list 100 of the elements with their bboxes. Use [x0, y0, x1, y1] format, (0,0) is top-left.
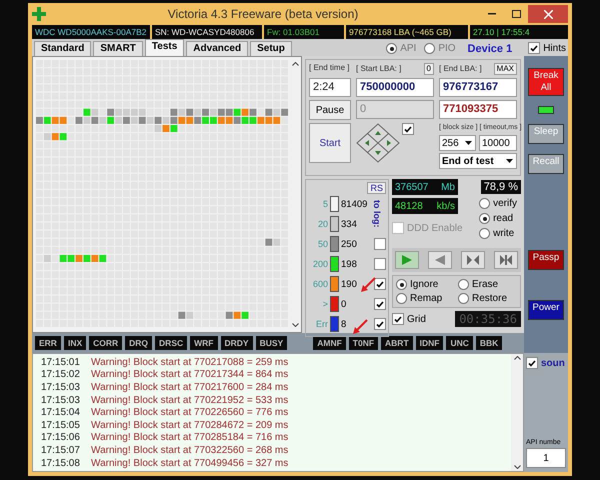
- checkbox[interactable]: [526, 357, 538, 369]
- start-lba-field[interactable]: 750000000: [356, 78, 434, 97]
- percent-display: 78,9 %: [480, 180, 521, 194]
- start-button[interactable]: Start: [309, 123, 351, 163]
- radio-label: Restore: [472, 293, 508, 304]
- rs-button[interactable]: RS: [367, 182, 386, 194]
- block-count: 250: [341, 238, 357, 250]
- status-flag: INX: [64, 336, 86, 350]
- tab[interactable]: Setup: [250, 41, 292, 56]
- window-title: Victoria 4.3 Freeware (beta version): [166, 7, 360, 21]
- checkbox[interactable]: [374, 258, 386, 270]
- checkbox[interactable]: [392, 222, 404, 234]
- pause-button[interactable]: Pause: [309, 100, 351, 120]
- threshold-label: 20: [316, 219, 328, 229]
- threshold-label: 5: [322, 199, 328, 209]
- close-icon: [544, 10, 552, 18]
- radio-button[interactable]: [424, 43, 436, 54]
- radio-button[interactable]: [479, 228, 490, 239]
- log-time: 17:15:04: [41, 407, 81, 418]
- checkbox[interactable]: [392, 313, 404, 325]
- radio-label: API: [400, 43, 416, 54]
- log-message: Warning! Block start at 770226560 = 776 ms: [91, 407, 288, 418]
- status-flag: BBK: [476, 336, 502, 350]
- scroll-up-icon[interactable]: [514, 356, 520, 360]
- scrollbar[interactable]: [511, 354, 523, 471]
- status-flag: UNC: [446, 336, 473, 350]
- scroll-down-icon[interactable]: [514, 465, 520, 469]
- end-lba-field[interactable]: 976773167: [439, 78, 517, 97]
- log-time: 17:15:05: [41, 420, 81, 431]
- log-time: 17:15:06: [41, 432, 81, 444]
- field-label: [ End LBA: ]: [439, 64, 482, 74]
- radio-label: Erase: [472, 279, 498, 290]
- side-button[interactable]: Power: [528, 300, 564, 320]
- checkbox[interactable]: [528, 42, 540, 54]
- radio-button[interactable]: [386, 43, 398, 54]
- checkbox[interactable]: [374, 238, 386, 250]
- checkbox-label: Hints: [543, 42, 566, 54]
- status-led: [538, 106, 554, 114]
- direction-pad-icon[interactable]: [356, 123, 400, 163]
- tab[interactable]: SMART: [93, 41, 143, 56]
- max-button[interactable]: MAX: [494, 63, 517, 75]
- zero-button[interactable]: 0: [424, 63, 434, 75]
- status-flag: ERR: [35, 336, 61, 350]
- tab[interactable]: Advanced: [186, 41, 248, 56]
- log-message: Warning! Block start at 770284672 = 209 ms: [91, 420, 288, 431]
- checkbox[interactable]: [402, 123, 414, 135]
- api-number-spinner[interactable]: 1: [526, 448, 566, 468]
- status-flag: IDNF: [416, 336, 444, 350]
- scrollbar[interactable]: [289, 60, 301, 329]
- status-flag: CORR: [89, 336, 122, 350]
- close-button[interactable]: [528, 5, 568, 23]
- radio-button[interactable]: [479, 213, 490, 224]
- threshold-label: 200: [312, 259, 328, 269]
- radio-label: read: [493, 213, 514, 224]
- drive-info-text: SN: WD-WCASYD480806: [152, 25, 262, 39]
- status-flag: WRF: [190, 336, 218, 350]
- caret-icon: [506, 159, 513, 163]
- skip-end-icon: [499, 255, 513, 265]
- radio-button[interactable]: [479, 198, 490, 209]
- checkbox[interactable]: [374, 318, 386, 330]
- side-button[interactable]: Passp: [528, 250, 564, 270]
- radio-button[interactable]: [458, 293, 469, 304]
- radio-label: PIO: [438, 43, 456, 54]
- status-flag: BUSY: [256, 336, 288, 350]
- checkbox[interactable]: [374, 278, 386, 290]
- input-field: 0: [356, 100, 434, 119]
- scroll-up-icon[interactable]: [292, 62, 299, 66]
- log-time: 17:15:02: [41, 369, 81, 380]
- end-time-spinner[interactable]: 2:24: [309, 78, 351, 97]
- end-action-select[interactable]: End of test: [439, 153, 517, 169]
- checkbox-label: soun: [541, 358, 565, 368]
- radio-button[interactable]: [396, 279, 407, 290]
- check-icon: [530, 44, 538, 52]
- to-log-label: to log:: [372, 200, 381, 228]
- tab[interactable]: Tests: [144, 39, 184, 56]
- minimize-icon[interactable]: [488, 13, 496, 15]
- check-icon: [394, 316, 402, 322]
- checkbox-label: DDD Enable: [407, 222, 463, 234]
- plus-cross-icon: [32, 7, 46, 21]
- status-flag: DRSC: [155, 336, 188, 350]
- radio-button[interactable]: [396, 293, 407, 304]
- status-flag: DRQ: [125, 336, 152, 350]
- timeout-select[interactable]: 10000: [479, 135, 517, 151]
- annotation-arrow: [353, 319, 368, 334]
- checkbox[interactable]: [374, 298, 386, 310]
- radio-button[interactable]: [458, 279, 469, 290]
- transport-button[interactable]: [494, 251, 518, 269]
- block-count: 198: [341, 258, 357, 270]
- check-icon: [376, 300, 384, 308]
- caret-icon: [465, 141, 472, 145]
- transport-button[interactable]: [461, 251, 485, 269]
- block-size-select[interactable]: 256: [439, 135, 476, 151]
- tab[interactable]: Standard: [34, 41, 92, 56]
- check-icon: [376, 320, 384, 328]
- maximize-icon[interactable]: [512, 10, 520, 18]
- side-button[interactable]: Break All: [528, 68, 564, 96]
- transport-button[interactable]: [428, 251, 452, 269]
- log-time: 17:15:03: [41, 394, 81, 406]
- scroll-down-icon[interactable]: [292, 323, 299, 327]
- current-lba-field[interactable]: 771093375: [439, 100, 517, 119]
